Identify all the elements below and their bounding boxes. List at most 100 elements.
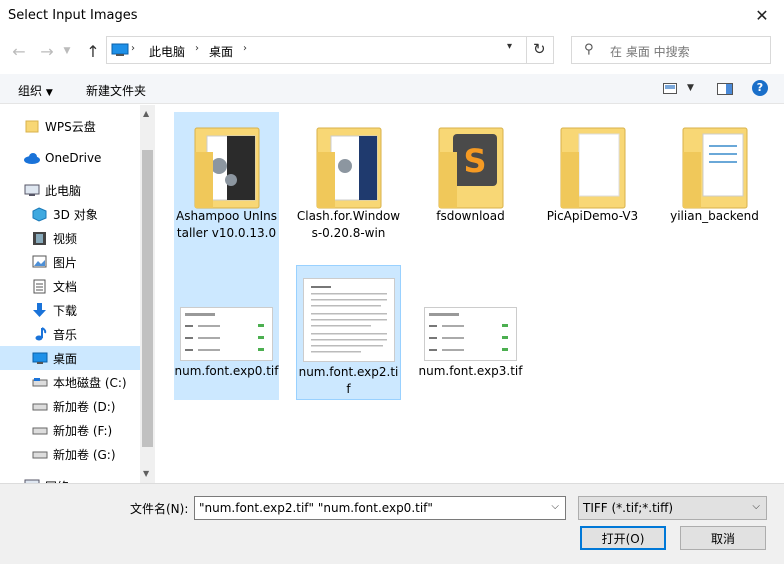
chevron-down-icon[interactable]: ⌵: [551, 501, 559, 512]
refresh-button[interactable]: ↻: [533, 40, 546, 58]
sidebar-item-downloads[interactable]: 下载: [0, 298, 140, 322]
folder-icon: [25, 120, 39, 133]
close-button[interactable]: ✕: [740, 0, 784, 31]
sidebar-item-label: WPS云盘: [45, 119, 96, 134]
file-list: Ashampoo UnInstaller v10.0.13.0 Clash.fo…: [155, 105, 784, 483]
file-name: fsdownload: [436, 209, 505, 223]
file-name: Ashampoo UnInstaller v10.0.13.0: [175, 209, 277, 240]
image-thumbnail-icon: [424, 307, 517, 361]
file-item[interactable]: Clash.for.Windows-0.20.8-win: [296, 112, 401, 265]
file-item[interactable]: num.font.exp0.tif: [174, 265, 279, 400]
filename-label: 文件名(N):: [130, 502, 189, 516]
file-item[interactable]: yilian_backend: [662, 112, 767, 265]
file-item[interactable]: PicApiDemo-V3: [540, 112, 645, 265]
folder-icon: [560, 127, 626, 209]
sidebar-item-label: 新加卷 (D:): [53, 399, 116, 414]
sidebar-item-label: 本地磁盘 (C:): [53, 375, 127, 390]
back-button[interactable]: ←: [8, 40, 30, 62]
sidebar-item-drive-c[interactable]: 本地磁盘 (C:): [0, 370, 140, 394]
breadcrumb-desktop[interactable]: 桌面: [209, 43, 233, 60]
close-icon: ✕: [755, 6, 769, 25]
file-item[interactable]: S fsdownload: [418, 112, 523, 265]
sidebar-item-network[interactable]: 网络: [0, 474, 140, 483]
window-title: Select Input Images: [8, 8, 138, 23]
filetype-select[interactable]: TIFF (*.tif;*.tiff) ⌵: [578, 496, 767, 520]
forward-button[interactable]: →: [36, 40, 58, 62]
view-dropdown-button[interactable]: ▼: [687, 83, 694, 93]
chevron-right-icon: ›: [243, 43, 247, 54]
sidebar-item-label: 新加卷 (G:): [53, 447, 116, 462]
sidebar-item-desktop[interactable]: 桌面: [0, 346, 140, 370]
search-input[interactable]: ⚲ 在 桌面 中搜索: [571, 36, 771, 64]
address-dropdown-button[interactable]: ▾: [507, 41, 512, 52]
folder-icon: [194, 127, 260, 209]
footer-panel: 文件名(N): "num.font.exp2.tif" "num.font.ex…: [0, 483, 784, 564]
address-bar[interactable]: › 此电脑 › 桌面 › ▾ ↻: [106, 36, 554, 64]
recent-locations-button[interactable]: ▼: [60, 40, 74, 62]
cube-icon: [32, 207, 47, 222]
drive-icon: [32, 403, 48, 411]
picture-icon: [32, 255, 47, 268]
sidebar-item-videos[interactable]: 视频: [0, 226, 140, 250]
file-name: num.font.exp2.tif: [298, 365, 399, 396]
sidebar-item-drive-g[interactable]: 新加卷 (G:): [0, 442, 140, 466]
organize-label: 组织: [18, 84, 43, 98]
up-button[interactable]: ↑: [82, 40, 104, 62]
file-item[interactable]: Ashampoo UnInstaller v10.0.13.0: [174, 112, 279, 265]
document-icon: [33, 279, 46, 294]
arrow-up-icon: ↑: [86, 41, 100, 61]
view-options-icon[interactable]: [663, 83, 677, 94]
image-thumbnail-icon: [180, 307, 273, 361]
sidebar-item-this-pc[interactable]: 此电脑: [0, 178, 140, 202]
drive-icon: [32, 451, 48, 459]
arrow-right-icon: →: [40, 41, 54, 61]
sidebar-item-label: 下载: [53, 303, 78, 318]
sidebar-item-label: 新加卷 (F:): [53, 423, 113, 438]
sidebar-item-documents[interactable]: 文档: [0, 274, 140, 298]
chevron-down-icon: ▼: [45, 88, 53, 98]
navigation-pane: WPS云盘 OneDrive 此电脑 3D 对象 视频 图片 文档 下载 音乐 …: [0, 105, 155, 483]
breadcrumb-this-pc[interactable]: 此电脑: [149, 43, 185, 60]
sidebar-item-label: 桌面: [53, 351, 78, 366]
sidebar-item-drive-f[interactable]: 新加卷 (F:): [0, 418, 140, 442]
help-button[interactable]: ?: [752, 80, 768, 96]
chevron-right-icon: ›: [131, 43, 135, 54]
filename-input[interactable]: "num.font.exp2.tif" "num.font.exp0.tif" …: [194, 496, 566, 520]
organize-button[interactable]: 组织 ▼: [18, 82, 53, 99]
film-icon: [33, 232, 46, 245]
scroll-down-arrow[interactable]: ▼: [143, 469, 149, 478]
sidebar-item-onedrive[interactable]: OneDrive: [0, 146, 140, 170]
toolbar: 组织 ▼ 新建文件夹 ▼ ?: [0, 74, 784, 104]
cancel-button[interactable]: 取消: [680, 526, 766, 550]
sidebar-item-drive-d[interactable]: 新加卷 (D:): [0, 394, 140, 418]
preview-pane-icon[interactable]: [717, 83, 733, 95]
desktop-icon: [32, 352, 48, 364]
sidebar-item-label: 此电脑: [45, 183, 82, 198]
sidebar-scrollbar-thumb[interactable]: [142, 150, 153, 447]
new-folder-button[interactable]: 新建文件夹: [86, 82, 146, 99]
file-item[interactable]: num.font.exp3.tif: [418, 265, 523, 400]
sidebar-item-pictures[interactable]: 图片: [0, 250, 140, 274]
cloud-icon: [24, 153, 40, 164]
folder-icon: [682, 127, 748, 209]
scroll-up-arrow[interactable]: ▲: [143, 109, 149, 118]
sidebar-item-music[interactable]: 音乐: [0, 322, 140, 346]
sidebar-item-wps-cloud[interactable]: WPS云盘: [0, 114, 140, 138]
open-button[interactable]: 打开(O): [580, 526, 666, 550]
sidebar-item-label: 文档: [53, 279, 78, 294]
divider: [526, 37, 527, 63]
file-item[interactable]: num.font.exp2.tif: [296, 265, 401, 400]
filename-value: "num.font.exp2.tif" "num.font.exp0.tif": [199, 501, 433, 515]
chevron-down-icon: ⌵: [752, 501, 760, 512]
file-name: num.font.exp0.tif: [174, 364, 279, 378]
folder-icon: S: [438, 127, 504, 209]
search-placeholder: 在 桌面 中搜索: [610, 45, 690, 59]
file-name: Clash.for.Windows-0.20.8-win: [296, 209, 401, 240]
file-name: num.font.exp3.tif: [418, 364, 523, 378]
search-icon: ⚲: [584, 42, 594, 57]
chevron-right-icon: ›: [195, 43, 199, 54]
sidebar-item-3d-objects[interactable]: 3D 对象: [0, 202, 140, 226]
computer-icon: [24, 184, 40, 196]
download-icon: [33, 303, 46, 317]
drive-icon: [32, 427, 48, 435]
